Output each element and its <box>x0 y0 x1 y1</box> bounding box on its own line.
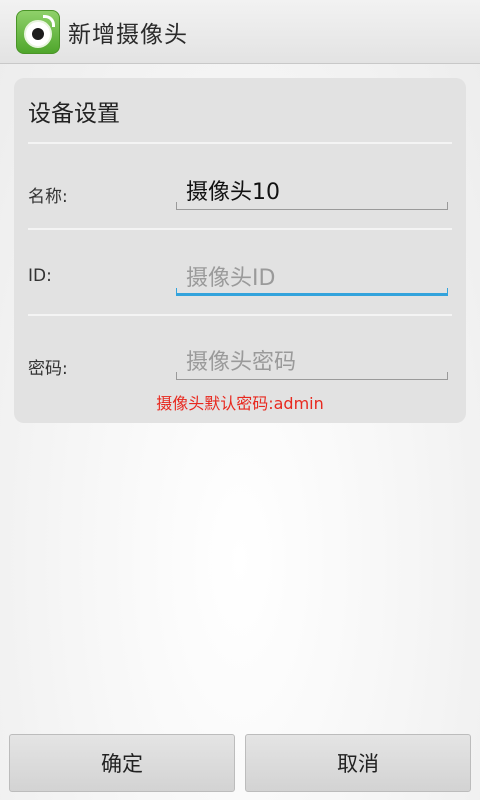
divider <box>28 314 452 316</box>
divider <box>28 228 452 230</box>
name-input[interactable]: 摄像头10 <box>176 170 448 210</box>
id-label: ID: <box>28 266 52 286</box>
signal-wave-icon <box>43 14 55 27</box>
id-input[interactable]: 摄像头ID <box>176 256 448 296</box>
password-input-underline <box>176 372 448 380</box>
password-label: 密码: <box>28 359 68 379</box>
default-password-hint: 摄像头默认密码:admin <box>156 394 324 413</box>
confirm-button[interactable]: 确定 <box>9 734 235 792</box>
name-label: 名称: <box>28 187 68 207</box>
card-title: 设备设置 <box>28 101 120 127</box>
device-settings-card: 设备设置 名称: 摄像头10 ID: 摄像头ID 密码: 摄像头密码 摄像头默认… <box>14 78 466 423</box>
cancel-button[interactable]: 取消 <box>245 734 471 792</box>
camera-app-icon[interactable] <box>16 9 60 54</box>
page-title: 新增摄像头 <box>68 21 188 48</box>
divider <box>28 142 452 144</box>
id-input-underline <box>176 288 448 296</box>
name-input-underline <box>176 202 448 210</box>
password-input[interactable]: 摄像头密码 <box>176 340 448 380</box>
action-bar: 新增摄像头 <box>0 0 480 64</box>
